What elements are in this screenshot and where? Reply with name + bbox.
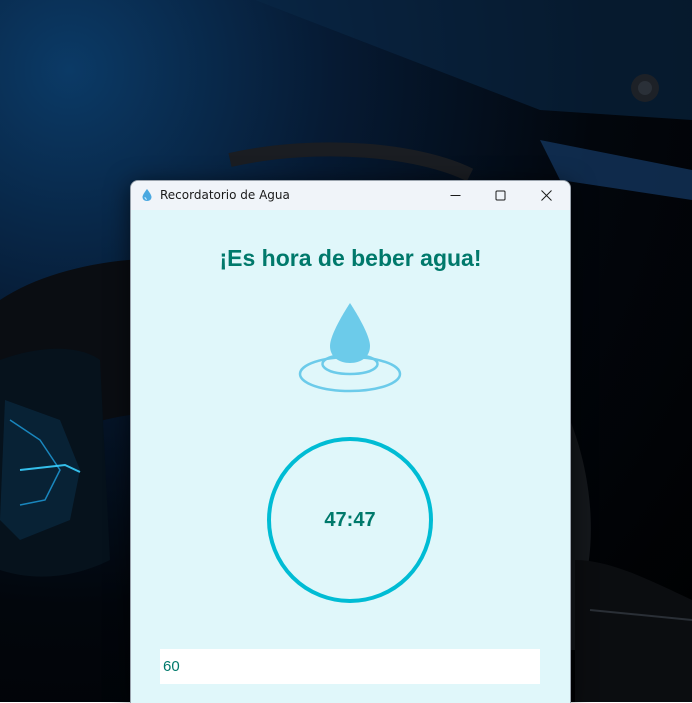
close-button[interactable] [524,181,570,210]
interval-minutes-input[interactable] [160,649,540,684]
water-drop-ripple-icon [298,303,402,393]
app-window: Recordatorio de Agua ¡Es hora de beber a… [130,180,571,703]
minimize-button[interactable] [433,181,479,210]
title-bar[interactable]: Recordatorio de Agua [131,181,570,210]
minimize-icon [450,195,461,196]
close-icon [541,190,552,201]
maximize-icon [495,190,506,201]
maximize-button[interactable] [478,181,524,210]
window-title: Recordatorio de Agua [160,188,290,202]
reminder-headline: ¡Es hora de beber agua! [219,245,482,271]
water-drop-icon [142,189,152,201]
countdown-timer: 47:47 [324,509,376,531]
main-content: ¡Es hora de beber agua! 47:47 [131,210,570,703]
